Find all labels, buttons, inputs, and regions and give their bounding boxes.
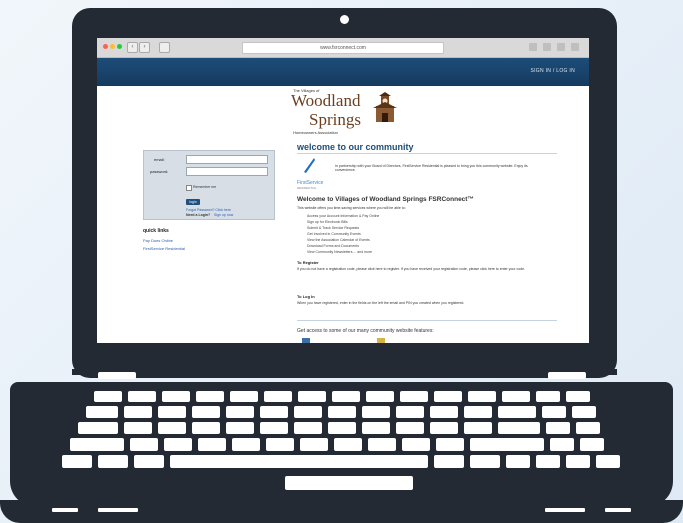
base-foot <box>545 508 585 512</box>
keyboard <box>62 391 620 468</box>
base-foot <box>605 508 631 512</box>
base-foot <box>98 508 138 512</box>
touchpad <box>285 476 413 490</box>
base-foot <box>52 508 78 512</box>
